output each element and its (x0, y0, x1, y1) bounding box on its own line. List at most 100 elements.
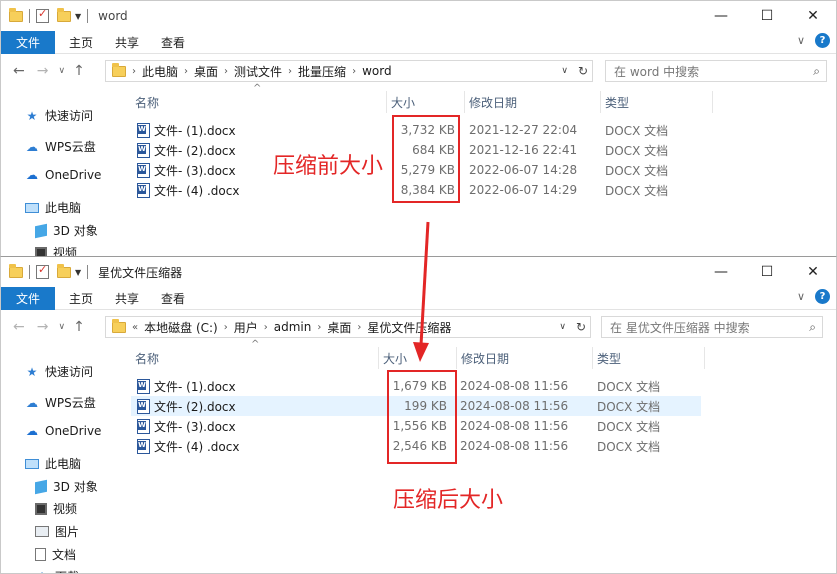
tab-file[interactable]: 文件 (1, 286, 55, 310)
column-headers: ^ 名称 大小 修改日期 类型 (131, 339, 731, 369)
properties-icon[interactable] (36, 7, 49, 23)
help-icon[interactable]: ? (815, 33, 830, 48)
breadcrumb-item[interactable]: 此电脑 (142, 63, 178, 80)
nav-label: 下载 (55, 568, 79, 573)
nav-quick-access[interactable]: ★ 快速访问 (25, 363, 93, 380)
nav-wps-cloud[interactable]: ☁ WPS云盘 (25, 138, 96, 155)
new-folder-icon[interactable] (57, 7, 71, 22)
column-name[interactable]: 名称 (131, 347, 379, 369)
column-modified[interactable]: 修改日期 (457, 347, 593, 369)
expand-ribbon-icon[interactable]: ∨ (797, 34, 805, 47)
breadcrumb-item[interactable]: 桌面 (194, 63, 218, 80)
file-name-cell[interactable]: 文件- (1).docx (137, 376, 236, 396)
recent-locations-icon[interactable]: ∨ (58, 322, 65, 332)
address-dropdown-icon[interactable]: ∨ (561, 66, 568, 76)
nav-pictures[interactable]: 图片 (35, 523, 79, 540)
minimize-button[interactable]: — (698, 257, 744, 287)
file-name: 文件- (4) .docx (154, 183, 240, 198)
folder-icon (112, 62, 126, 77)
column-size[interactable]: 大小 (387, 91, 465, 113)
nav-3d-objects[interactable]: 3D 对象 (35, 478, 98, 495)
nav-this-pc[interactable]: 此电脑 (25, 455, 81, 472)
file-name-cell[interactable]: 文件- (2).docx (137, 396, 236, 416)
close-button[interactable]: ✕ (790, 257, 836, 287)
file-name-cell[interactable]: 文件- (4) .docx (137, 436, 239, 456)
file-date: 2022-06-07 14:28 (469, 163, 578, 177)
help-icon[interactable]: ? (815, 289, 830, 304)
column-type[interactable]: 类型 (601, 91, 713, 113)
search-input[interactable]: 在 星优文件压缩器 中搜索 ⌕ (601, 316, 823, 338)
nav-downloads[interactable]: ↓ 下载 (35, 568, 79, 574)
tab-home[interactable]: 主页 (69, 290, 93, 307)
forward-arrow-icon[interactable]: → (37, 63, 49, 79)
breadcrumb-item[interactable]: 测试文件 (234, 63, 282, 80)
breadcrumb-overflow[interactable]: « (132, 322, 138, 333)
tab-file[interactable]: 文件 (1, 30, 55, 54)
breadcrumb-item[interactable]: word (362, 64, 392, 78)
file-name-cell[interactable]: 文件- (1).docx (137, 120, 236, 140)
breadcrumb-item[interactable]: 用户 (234, 319, 258, 336)
breadcrumb-item[interactable]: admin (274, 320, 312, 334)
nav-documents[interactable]: 文档 (35, 546, 76, 563)
nav-label: OneDrive (45, 424, 102, 438)
tab-share[interactable]: 共享 (115, 34, 139, 51)
properties-icon[interactable] (36, 263, 49, 279)
breadcrumb-item[interactable]: 桌面 (327, 319, 351, 336)
file-name-cell[interactable]: 文件- (3).docx (137, 160, 236, 180)
nav-onedrive[interactable]: ☁ OneDrive (25, 424, 101, 438)
address-bar[interactable]: › 此电脑 › 桌面 › 测试文件 › 批量压缩 › word ∨ ↻ (105, 60, 593, 82)
tab-view[interactable]: 查看 (161, 34, 185, 51)
forward-arrow-icon[interactable]: → (37, 319, 49, 335)
maximize-button[interactable]: ☐ (744, 1, 790, 31)
refresh-icon[interactable]: ↻ (578, 64, 588, 78)
breadcrumb-item[interactable]: 批量压缩 (298, 63, 346, 80)
back-arrow-icon[interactable]: ← (13, 319, 25, 335)
minimize-button[interactable]: — (698, 1, 744, 31)
column-size[interactable]: 大小 (379, 347, 457, 369)
column-type[interactable]: 类型 (593, 347, 705, 369)
folder-icon (112, 318, 126, 333)
maximize-button[interactable]: ☐ (744, 257, 790, 287)
nav-this-pc[interactable]: 此电脑 (25, 199, 81, 216)
file-name: 文件- (3).docx (154, 419, 236, 434)
refresh-icon[interactable]: ↻ (576, 320, 586, 334)
breadcrumb-item[interactable]: 本地磁盘 (C:) (144, 319, 218, 336)
close-button[interactable]: ✕ (790, 1, 836, 31)
breadcrumb-item[interactable]: 星优文件压缩器 (367, 319, 451, 336)
video-icon (35, 502, 47, 515)
column-modified[interactable]: 修改日期 (465, 91, 601, 113)
tab-view[interactable]: 查看 (161, 290, 185, 307)
address-dropdown-icon[interactable]: ∨ (559, 322, 566, 332)
back-arrow-icon[interactable]: ← (13, 63, 25, 79)
file-name-cell[interactable]: 文件- (4) .docx (137, 180, 239, 200)
file-name-cell[interactable]: 文件- (3).docx (137, 416, 236, 436)
nav-onedrive[interactable]: ☁ OneDrive (25, 168, 101, 182)
nav-wps-cloud[interactable]: ☁ WPS云盘 (25, 394, 96, 411)
nav-label: 3D 对象 (53, 480, 98, 494)
nav-label: 图片 (55, 525, 80, 539)
search-input[interactable]: 在 word 中搜索 ⌕ (605, 60, 827, 82)
ribbon: 文件 主页 共享 查看 ∨ ? (1, 286, 836, 310)
tab-share[interactable]: 共享 (115, 290, 139, 307)
nav-label: 视频 (53, 502, 78, 516)
nav-videos[interactable]: 视频 (35, 500, 77, 517)
recent-locations-icon[interactable]: ∨ (58, 66, 65, 76)
column-name[interactable]: 名称 (131, 91, 387, 113)
customize-toolbar-icon[interactable]: ▼ (75, 268, 81, 277)
file-type: DOCX 文档 (605, 163, 669, 178)
word-doc-icon (137, 122, 150, 138)
nav-quick-access[interactable]: ★ 快速访问 (25, 107, 93, 124)
customize-toolbar-icon[interactable]: ▼ (75, 12, 81, 21)
tab-home[interactable]: 主页 (69, 34, 93, 51)
annotation-after: 压缩后大小 (393, 488, 504, 513)
cube-icon (35, 479, 47, 494)
window-title: 星优文件压缩器 (98, 265, 183, 280)
file-name-cell[interactable]: 文件- (2).docx (137, 140, 236, 160)
nav-3d-objects[interactable]: 3D 对象 (35, 222, 98, 239)
up-arrow-icon[interactable]: ↑ (73, 319, 85, 335)
up-arrow-icon[interactable]: ↑ (73, 63, 85, 79)
new-folder-icon[interactable] (57, 263, 71, 278)
expand-ribbon-icon[interactable]: ∨ (797, 290, 805, 303)
address-bar[interactable]: « 本地磁盘 (C:) › 用户 › admin › 桌面 › 星优文件压缩器 … (105, 316, 591, 338)
file-type: DOCX 文档 (597, 379, 661, 394)
